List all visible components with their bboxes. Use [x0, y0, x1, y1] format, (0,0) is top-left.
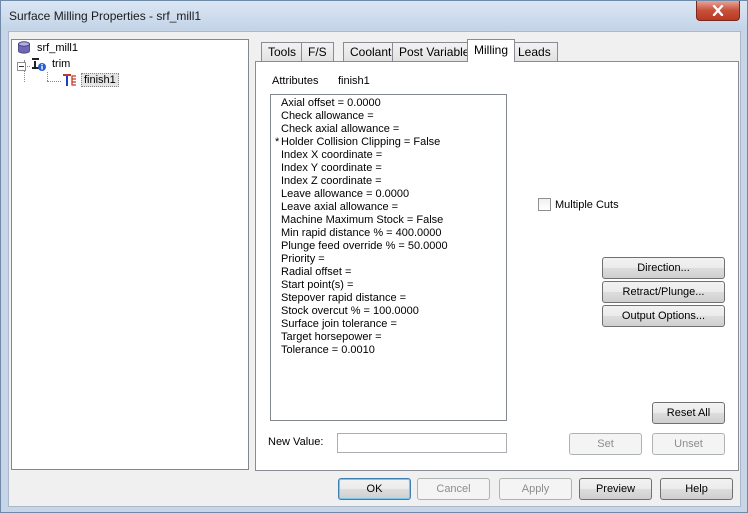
- tab-milling[interactable]: Milling: [467, 39, 516, 62]
- attribute-text: Stepover rapid distance =: [281, 292, 407, 304]
- tab-tools[interactable]: Tools: [261, 42, 304, 62]
- dialog-window: Surface Milling Properties - srf_mill1 s…: [0, 0, 748, 513]
- database-icon: [16, 40, 32, 56]
- list-item[interactable]: Tolerance = 0.0010: [275, 344, 506, 357]
- attribute-text: Radial offset =: [281, 266, 352, 278]
- list-item[interactable]: Leave allowance = 0.0000: [275, 188, 506, 201]
- unset-button[interactable]: Unset: [652, 433, 725, 455]
- tool-path-icon: [62, 72, 78, 88]
- tab-leads[interactable]: Leads: [511, 42, 558, 62]
- attribute-text: Leave allowance = 0.0000: [281, 188, 410, 200]
- multiple-cuts-label: Multiple Cuts: [555, 198, 619, 211]
- list-item[interactable]: Axial offset = 0.0000: [275, 97, 506, 110]
- tree-node-root[interactable]: srf_mill1: [16, 40, 80, 56]
- tree-node-root-label: srf_mill1: [37, 42, 78, 54]
- attribute-text: Axial offset = 0.0000: [281, 97, 381, 109]
- attribute-text: Machine Maximum Stock = False: [281, 214, 444, 226]
- window-title: Surface Milling Properties - srf_mill1: [9, 9, 202, 23]
- reset-all-button[interactable]: Reset All: [652, 402, 725, 424]
- tree-node-finish1-label: finish1: [81, 73, 119, 87]
- list-item[interactable]: Index Y coordinate =: [275, 162, 506, 175]
- attribute-text: Index Y coordinate =: [281, 162, 382, 174]
- attribute-text: Surface join tolerance =: [281, 318, 397, 330]
- info-stack-icon: [31, 56, 47, 72]
- attribute-text: Target horsepower =: [281, 331, 382, 343]
- dialog-client: srf_mill1 trim finish1 Tools F/S Coolant…: [8, 31, 741, 507]
- list-item[interactable]: Priority =: [275, 253, 506, 266]
- attribute-text: Priority =: [281, 253, 325, 265]
- preview-button[interactable]: Preview: [579, 478, 652, 500]
- attribute-text: Holder Collision Clipping = False: [281, 136, 441, 148]
- attribute-text: Start point(s) =: [281, 279, 354, 291]
- attribute-text: Index Z coordinate =: [281, 175, 382, 187]
- direction-button[interactable]: Direction...: [602, 257, 725, 279]
- output-options-button[interactable]: Output Options...: [602, 305, 725, 327]
- list-item[interactable]: Min rapid distance % = 400.0000: [275, 227, 506, 240]
- list-item[interactable]: Stock overcut % = 100.0000: [275, 305, 506, 318]
- ok-button[interactable]: OK: [338, 478, 411, 500]
- attributes-target: finish1: [338, 75, 370, 87]
- multiple-cuts-checkbox[interactable]: Multiple Cuts: [538, 198, 619, 211]
- title-bar[interactable]: Surface Milling Properties - srf_mill1: [1, 1, 747, 30]
- tree-node-trim[interactable]: trim: [31, 56, 72, 72]
- list-item[interactable]: Plunge feed override % = 50.0000: [275, 240, 506, 253]
- tab-fs[interactable]: F/S: [301, 42, 334, 62]
- list-item[interactable]: Index Z coordinate =: [275, 175, 506, 188]
- milling-tab-panel: Attributes finish1 Axial offset = 0.0000…: [255, 61, 739, 471]
- new-value-input[interactable]: [337, 433, 507, 453]
- attribute-text: Min rapid distance % = 400.0000: [281, 227, 442, 239]
- attribute-text: Leave axial allowance =: [281, 201, 399, 213]
- list-item[interactable]: Stepover rapid distance =: [275, 292, 506, 305]
- apply-button[interactable]: Apply: [499, 478, 572, 500]
- attribute-text: Tolerance = 0.0010: [281, 344, 375, 356]
- list-item[interactable]: Check allowance =: [275, 110, 506, 123]
- list-item[interactable]: Target horsepower =: [275, 331, 506, 344]
- list-item[interactable]: Radial offset =: [275, 266, 506, 279]
- operation-tree[interactable]: srf_mill1 trim finish1: [11, 39, 249, 470]
- set-button[interactable]: Set: [569, 433, 642, 455]
- list-item[interactable]: Index X coordinate =: [275, 149, 506, 162]
- tab-coolant[interactable]: Coolant: [343, 42, 399, 62]
- attribute-text: Stock overcut % = 100.0000: [281, 305, 419, 317]
- list-item[interactable]: Machine Maximum Stock = False: [275, 214, 506, 227]
- attribute-text: Check axial allowance =: [281, 123, 400, 135]
- list-item[interactable]: * Holder Collision Clipping = False: [275, 136, 506, 149]
- attribute-text: Plunge feed override % = 50.0000: [281, 240, 448, 252]
- new-value-label: New Value:: [268, 436, 324, 448]
- list-item[interactable]: Leave axial allowance =: [275, 201, 506, 214]
- tree-node-finish1[interactable]: finish1: [62, 72, 119, 88]
- close-icon: [712, 5, 724, 16]
- attribute-text: Index X coordinate =: [281, 149, 383, 161]
- attribute-text: Check allowance =: [281, 110, 374, 122]
- checkbox-box[interactable]: [538, 198, 551, 211]
- close-button[interactable]: [696, 1, 740, 21]
- attributes-list[interactable]: Axial offset = 0.0000 Check allowance = Ch…: [270, 94, 507, 421]
- list-item[interactable]: Start point(s) =: [275, 279, 506, 292]
- attributes-label: Attributes: [272, 75, 319, 87]
- retract-plunge-button[interactable]: Retract/Plunge...: [602, 281, 725, 303]
- cancel-button[interactable]: Cancel: [417, 478, 490, 500]
- help-button[interactable]: Help: [660, 478, 733, 500]
- collapse-icon[interactable]: [17, 62, 26, 71]
- list-item[interactable]: Check axial allowance =: [275, 123, 506, 136]
- list-item[interactable]: Surface join tolerance =: [275, 318, 506, 331]
- tree-node-trim-label: trim: [52, 58, 71, 70]
